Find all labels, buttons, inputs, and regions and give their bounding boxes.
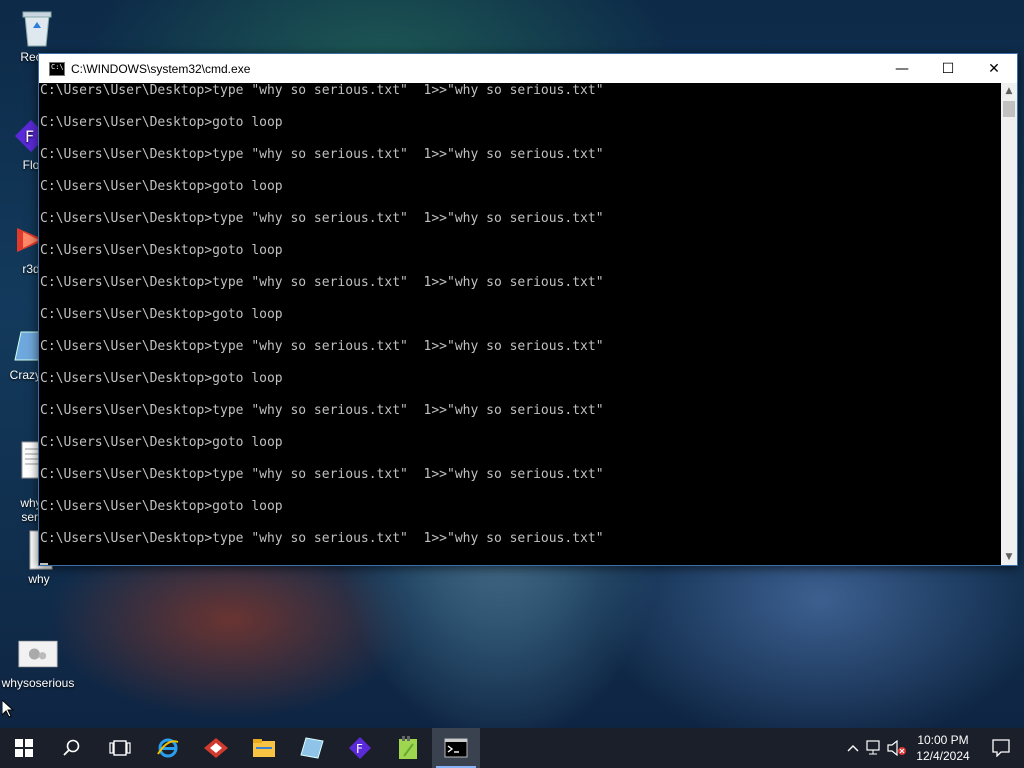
console-line: C:\Users\User\Desktop>type "why so serio… [40, 147, 604, 162]
console-line: C:\Users\User\Desktop>goto loop [40, 243, 283, 258]
console-output[interactable]: C:\Users\User\Desktop>type "why so serio… [39, 83, 1001, 565]
console-line: C:\Users\User\Desktop>type "why so serio… [40, 83, 604, 98]
taskbar-notepad-plus[interactable] [384, 728, 432, 768]
scrollbar-thumb[interactable] [1003, 101, 1015, 117]
console-line: C:\Users\User\Desktop>goto loop [40, 307, 283, 322]
network-button[interactable] [864, 728, 886, 768]
show-hidden-icons-button[interactable] [842, 728, 864, 768]
taskbar: F 10:00 PM 12/4/2024 [0, 728, 1024, 768]
console-line: C:\Users\User\Desktop>goto loop [40, 115, 283, 130]
minimize-button[interactable]: — [879, 54, 925, 83]
console-line: C:\Users\User\Desktop>goto loop [40, 371, 283, 386]
cmd-window[interactable]: C:\ C:\WINDOWS\system32\cmd.exe — ☐ ✕ C:… [38, 53, 1018, 566]
volume-muted-icon [887, 740, 906, 756]
notification-icon [992, 739, 1010, 757]
close-button[interactable]: ✕ [971, 54, 1017, 83]
notepad-plus-icon [399, 736, 417, 759]
window-title: C:\WINDOWS\system32\cmd.exe [71, 61, 251, 76]
start-icon [15, 739, 33, 757]
blue-app-icon [300, 737, 324, 759]
clock-time: 10:00 PM [917, 733, 969, 747]
console-line: C:\Users\User\Desktop>type "why so serio… [40, 275, 604, 290]
cmd-icon: C:\ [49, 61, 65, 76]
console-line: C:\Users\User\Desktop>goto loop [40, 435, 283, 450]
system-tray: 10:00 PM 12/4/2024 [842, 728, 1024, 768]
vertical-scrollbar[interactable]: ▲ ▼ [1001, 83, 1017, 565]
task-view-icon [109, 740, 131, 756]
taskbar-internet-explorer[interactable] [144, 728, 192, 768]
file-explorer-icon [253, 739, 275, 757]
flo-app-icon: F [349, 737, 371, 759]
console-line: C:\Users\User\Desktop>type "why so serio… [40, 467, 604, 482]
network-icon [866, 740, 880, 755]
scroll-down-arrow-icon[interactable]: ▼ [1001, 549, 1017, 565]
console-line: C:\Users\User\Desktop>type "why so serio… [40, 531, 604, 546]
console-line: C:\Users\User\Desktop>type "why so serio… [40, 211, 604, 226]
recycle-bin-icon [17, 8, 57, 48]
action-center-button[interactable] [978, 728, 1024, 768]
console-line: C:\Users\User\Desktop>goto loop [40, 499, 283, 514]
task-view-button[interactable] [96, 728, 144, 768]
red-app-icon [204, 738, 228, 758]
taskbar-red-app[interactable] [192, 728, 240, 768]
console-line: C:\Users\User\Desktop>type "why so serio… [40, 403, 604, 418]
search-icon [63, 739, 80, 756]
taskbar-flo-app[interactable]: F [336, 728, 384, 768]
settings-file-icon [18, 634, 58, 674]
start-button[interactable] [0, 728, 48, 768]
svg-text:F: F [25, 127, 34, 146]
scroll-up-arrow-icon[interactable]: ▲ [1001, 83, 1017, 99]
clock-date: 12/4/2024 [916, 749, 970, 763]
internet-explorer-icon [157, 738, 179, 758]
chevron-up-icon [847, 745, 859, 752]
maximize-button[interactable]: ☐ [925, 54, 971, 83]
taskbar-file-explorer[interactable] [240, 728, 288, 768]
text-cursor [40, 563, 48, 565]
desktop-icon-label: whysoserious [1, 676, 75, 690]
taskbar-cmd[interactable] [432, 728, 480, 768]
clock[interactable]: 10:00 PM 12/4/2024 [908, 732, 978, 764]
desktop-icon-label: why [28, 572, 50, 586]
cmd-icon [444, 738, 468, 758]
console-line: C:\Users\User\Desktop>type "why so serio… [40, 339, 604, 354]
taskbar-blue-app[interactable] [288, 728, 336, 768]
svg-text:F: F [356, 742, 363, 756]
desktop-icon-whysoserious[interactable]: whysoserious [1, 634, 75, 690]
search-button[interactable] [48, 728, 96, 768]
volume-button[interactable] [886, 728, 908, 768]
window-titlebar[interactable]: C:\ C:\WINDOWS\system32\cmd.exe — ☐ ✕ [39, 54, 1017, 83]
console-line: C:\Users\User\Desktop>goto loop [40, 179, 283, 194]
